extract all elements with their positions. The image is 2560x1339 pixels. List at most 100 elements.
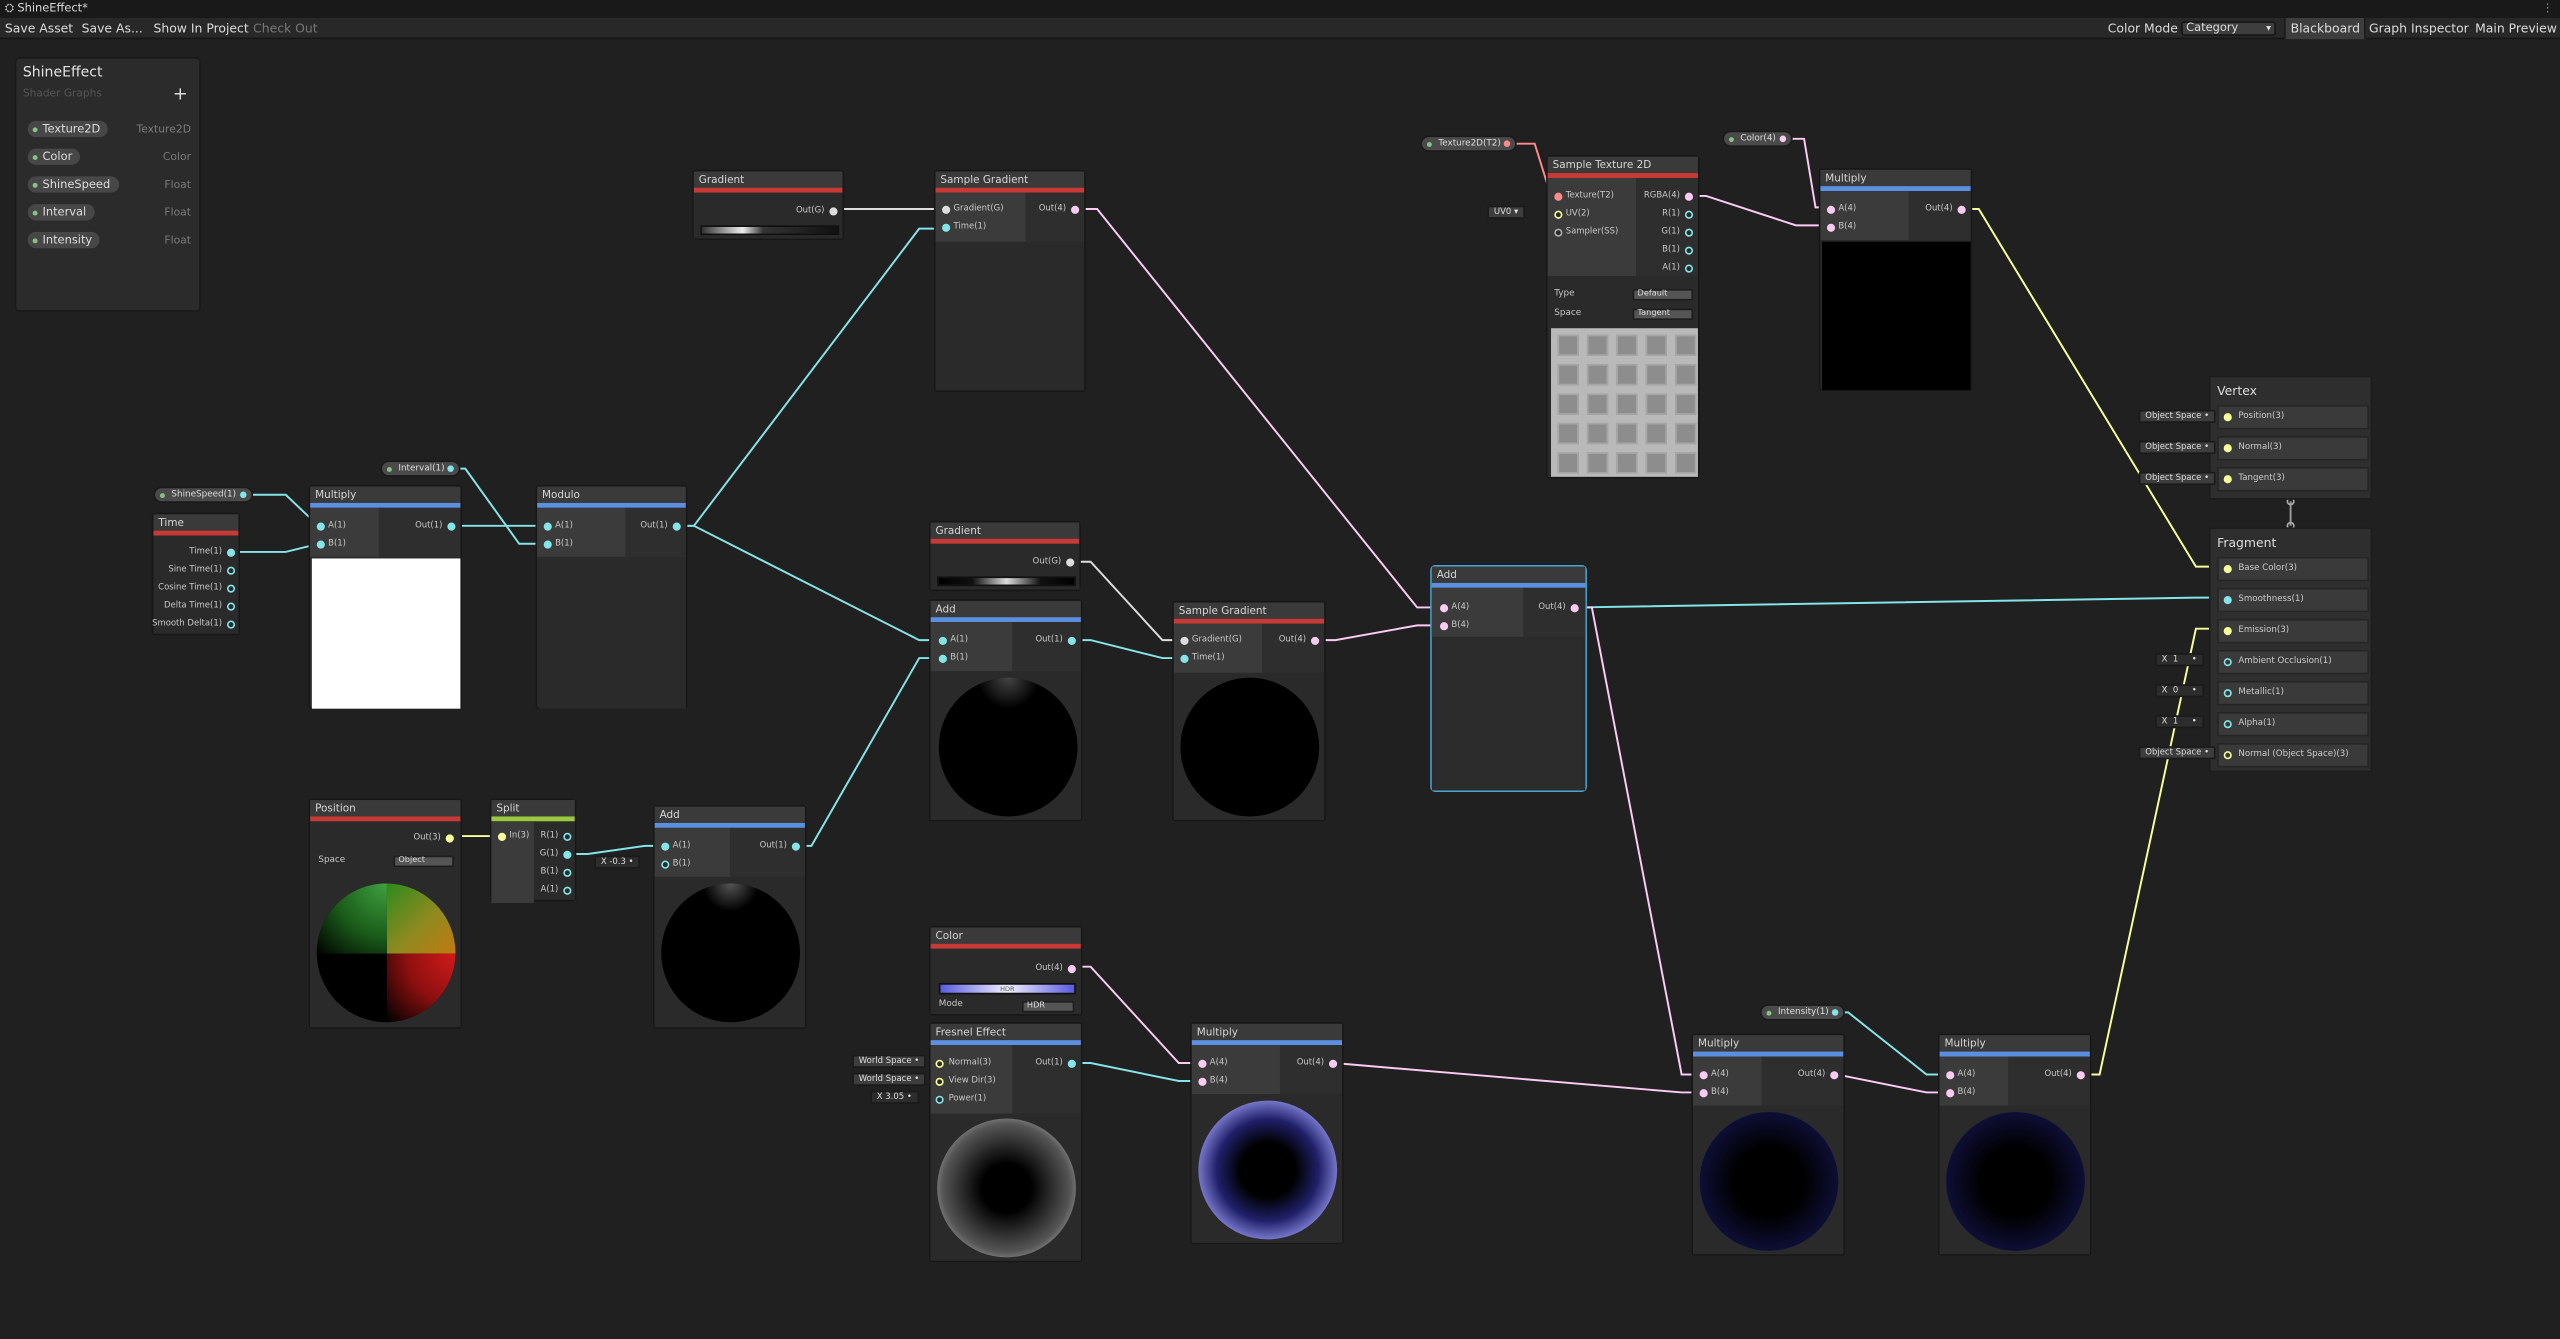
vertex-block[interactable]: Normal(3): [2217, 435, 2369, 461]
property-node-texture2d[interactable]: Texture2D(T2): [1420, 135, 1518, 152]
input-port[interactable]: [1180, 636, 1189, 646]
output-port[interactable]: [1311, 636, 1320, 646]
output-port[interactable]: [1504, 140, 1511, 147]
input-port[interactable]: [2223, 751, 2232, 760]
input-port[interactable]: [935, 1059, 944, 1068]
output-port[interactable]: [563, 850, 572, 859]
input-port[interactable]: [938, 654, 947, 663]
gradient-swatch[interactable]: [937, 576, 1076, 587]
output-port[interactable]: [1684, 264, 1694, 273]
gradient-node[interactable]: Gradient Out(G): [928, 520, 1081, 592]
multiply-node[interactable]: Multiply A(4) B(4) Out(4): [1190, 1022, 1344, 1245]
input-port[interactable]: [1439, 622, 1449, 631]
output-port[interactable]: [1328, 1059, 1338, 1068]
modulo-node[interactable]: Modulo A(1) B(1) Out(1): [535, 484, 688, 709]
output-port[interactable]: [1830, 1071, 1839, 1080]
output-port[interactable]: [1067, 965, 1076, 974]
color-node[interactable]: Color Out(4) HDR Mode HDR: [928, 925, 1083, 1016]
output-port[interactable]: [563, 886, 572, 895]
uv-channel-chip[interactable]: UV0 ▾: [1487, 205, 1525, 219]
input-port[interactable]: [2223, 720, 2232, 729]
input-port[interactable]: [1198, 1059, 1207, 1068]
type-dropdown[interactable]: Default: [1632, 289, 1694, 301]
multiply-node[interactable]: Multiply A(1) B(1) Out(1): [308, 484, 463, 709]
input-port[interactable]: [2223, 658, 2232, 667]
input-port[interactable]: [1946, 1089, 1955, 1098]
input-port[interactable]: [2223, 444, 2232, 453]
output-port[interactable]: [1779, 135, 1786, 143]
sample-texture-2d-node[interactable]: Sample Texture 2D Texture(T2) UV(2) Samp…: [1546, 155, 1700, 479]
input-port[interactable]: [661, 860, 670, 869]
output-port[interactable]: [226, 584, 236, 593]
input-port[interactable]: [935, 1077, 944, 1086]
output-port[interactable]: [239, 491, 246, 499]
multiply-node[interactable]: Multiply A(4) B(4) Out(4): [1691, 1033, 1845, 1256]
split-node[interactable]: Split In(3) R(1) G(1) B(1) A(1): [489, 798, 577, 904]
multiply-node[interactable]: Multiply A(4) B(4) Out(4): [1818, 168, 1973, 391]
output-port[interactable]: [1684, 228, 1694, 237]
fragment-block[interactable]: Normal (Object Space)(3): [2217, 742, 2369, 768]
output-port[interactable]: [1957, 205, 1966, 214]
output-port[interactable]: [1684, 246, 1694, 255]
fragment-block[interactable]: Alpha(1): [2217, 711, 2369, 737]
input-port[interactable]: [316, 540, 325, 549]
property-node-shinespeed[interactable]: ShineSpeed(1): [153, 486, 253, 503]
vertex-context[interactable]: Vertex Position(3) Normal(3) Tangent(3): [2208, 375, 2373, 500]
sample-gradient-node[interactable]: Sample Gradient Gradient(G) Time(1) Out(…: [1172, 600, 1326, 822]
metallic-chip[interactable]: X 0 •: [2155, 684, 2204, 698]
property-name[interactable]: Texture2D: [27, 120, 109, 138]
output-port[interactable]: [1570, 604, 1579, 613]
input-port[interactable]: [2223, 689, 2232, 698]
blackboard-property[interactable]: Color Color: [27, 148, 195, 167]
fragment-block[interactable]: Emission(3): [2217, 618, 2369, 644]
fragment-block[interactable]: Smoothness(1): [2217, 587, 2369, 613]
add-node[interactable]: Add A(1) B(1) Out(1): [653, 805, 807, 1029]
viewdir-space-chip[interactable]: World Space •: [852, 1072, 926, 1086]
input-port[interactable]: [942, 205, 951, 214]
property-name[interactable]: Intensity: [27, 231, 101, 249]
fragment-block[interactable]: Ambient Occlusion(1): [2217, 649, 2369, 675]
input-port[interactable]: [1699, 1071, 1708, 1080]
object-space-chip[interactable]: Object Space •: [2138, 440, 2216, 454]
input-port[interactable]: [935, 1095, 944, 1104]
property-name[interactable]: Color: [27, 148, 81, 165]
output-port[interactable]: [1067, 636, 1076, 646]
blackboard-property[interactable]: Intensity Float: [27, 231, 195, 250]
output-port[interactable]: [2076, 1071, 2085, 1080]
output-port[interactable]: [226, 602, 236, 611]
gradient-swatch[interactable]: [700, 225, 840, 236]
fragment-block[interactable]: Metallic(1): [2217, 680, 2369, 706]
property-name[interactable]: Interval: [27, 204, 95, 221]
property-name[interactable]: ShineSpeed: [27, 176, 119, 193]
object-space-chip[interactable]: Object Space •: [2138, 471, 2216, 485]
input-port[interactable]: [942, 223, 951, 232]
fresnel-effect-node[interactable]: Fresnel Effect Normal(3) View Dir(3) Pow…: [928, 1022, 1083, 1263]
input-port[interactable]: [938, 636, 947, 646]
ambient-occlusion-chip[interactable]: X 1 •: [2155, 653, 2204, 667]
input-port[interactable]: [1198, 1077, 1207, 1086]
vertex-block[interactable]: Position(3): [2217, 404, 2369, 430]
add-node-selected[interactable]: Add A(4) B(4) Out(4): [1430, 564, 1587, 792]
input-port[interactable]: [2223, 413, 2232, 422]
output-port[interactable]: [563, 832, 572, 841]
input-port[interactable]: [1554, 228, 1563, 237]
output-port[interactable]: [1684, 192, 1694, 201]
blackboard-property[interactable]: ShineSpeed Float: [27, 176, 195, 194]
output-port[interactable]: [1066, 558, 1075, 567]
input-port[interactable]: [1439, 604, 1449, 613]
input-port[interactable]: [543, 540, 552, 549]
object-space-chip[interactable]: Object Space •: [2138, 409, 2216, 423]
plus-icon[interactable]: +: [173, 83, 188, 104]
output-port[interactable]: [563, 868, 572, 877]
output-port[interactable]: [445, 834, 454, 843]
normal-space-chip[interactable]: Object Space •: [2138, 746, 2216, 760]
color-swatch[interactable]: HDR: [938, 983, 1076, 995]
fragment-context[interactable]: Fragment Base Color(3) Smoothness(1) Emi…: [2208, 527, 2373, 773]
fragment-block[interactable]: Base Color(3): [2217, 556, 2369, 582]
input-port[interactable]: [661, 842, 670, 851]
normal-space-chip[interactable]: World Space •: [852, 1054, 926, 1068]
input-port[interactable]: [1946, 1071, 1955, 1080]
output-port[interactable]: [226, 620, 236, 629]
time-node[interactable]: Time Time(1) Sine Time(1) Cosine Time(1)…: [151, 512, 240, 636]
output-port[interactable]: [1832, 1009, 1839, 1016]
